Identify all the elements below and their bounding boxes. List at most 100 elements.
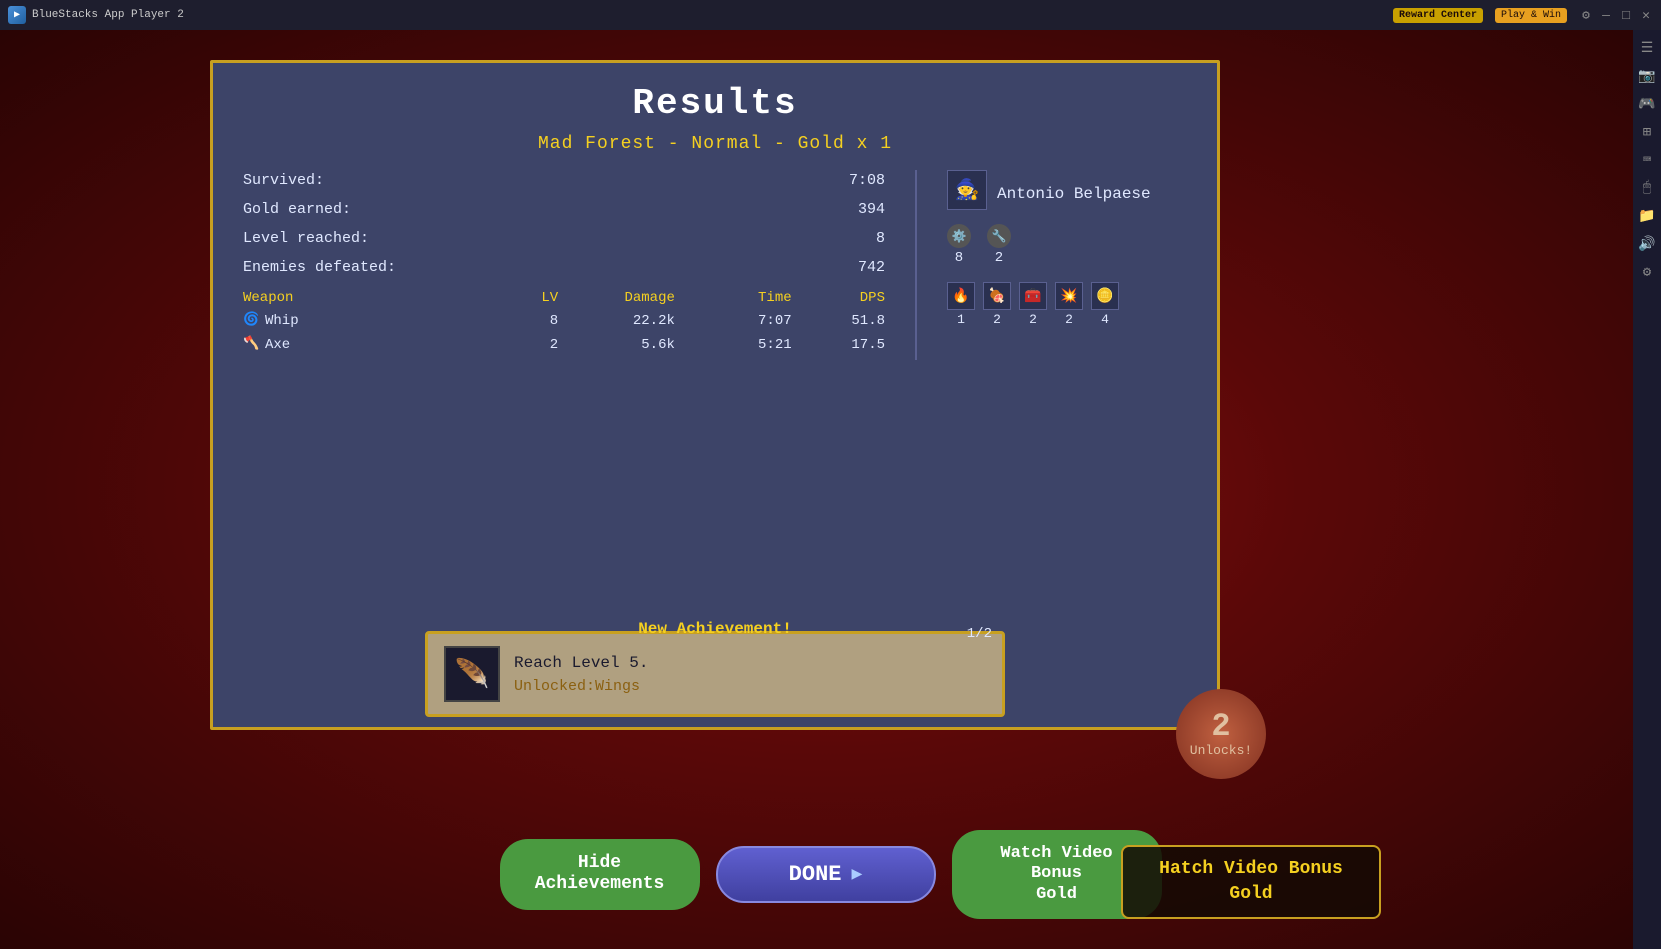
weapon-whip-name: 🌀Whip — [243, 312, 476, 330]
item-icons-row: 🔥 1 🍖 2 🧰 2 💥 2 🪙 4 — [947, 282, 1187, 327]
done-button[interactable]: DONE ▶ — [716, 846, 936, 903]
weapon-header: Weapon LV Damage Time DPS — [243, 290, 885, 306]
hatch-overlay: Hatch Video Bonus Gold — [1121, 845, 1381, 919]
divider — [915, 170, 917, 360]
sidebar-icon-9[interactable]: ⚙ — [1637, 262, 1657, 282]
sidebar-icon-2[interactable]: 📷 — [1637, 66, 1657, 86]
weapon-axe-dps: 17.5 — [792, 337, 885, 353]
sidebar-icon-5[interactable]: ⌨ — [1637, 150, 1657, 170]
sidebar-icon-4[interactable]: ⊞ — [1637, 122, 1657, 142]
weapon-whip-damage: 22.2k — [558, 313, 675, 329]
achievement-unlock: Unlocked:Wings — [514, 678, 986, 695]
stat-level: Level reached: 8 — [243, 228, 885, 249]
weapon-whip-icon: 🌀 — [243, 312, 261, 330]
char-sprite: 🧙 — [947, 170, 987, 210]
stat-icon-1: ⚙️ — [947, 224, 971, 248]
stat-survived: Survived: 7:08 — [243, 170, 885, 191]
food-val: 2 — [993, 312, 1001, 327]
weapon-axe-name: 🪓Axe — [243, 336, 476, 354]
titlebar: ▶ BlueStacks App Player 2 Reward Center … — [0, 0, 1661, 30]
weapon-axe-icon: 🪓 — [243, 336, 261, 354]
results-subtitle: Mad Forest - Normal - Gold x 1 — [213, 134, 1217, 154]
coin-icon: 🪙 — [1091, 282, 1119, 310]
stat-enemies-value: 742 — [858, 259, 885, 276]
unlocks-bubble: 2 Unlocks! — [1176, 689, 1266, 779]
item-icon-food: 🍖 2 — [983, 282, 1011, 327]
app-icon: ▶ — [8, 6, 26, 24]
char-header: 🧙 Antonio Belpaese — [947, 170, 1187, 210]
stat-level-label: Level reached: — [243, 230, 369, 247]
torch-icon: 🔥 — [947, 282, 975, 310]
unlocks-number: 2 — [1211, 711, 1230, 743]
done-arrow-icon: ▶ — [851, 863, 862, 885]
hide-achievements-button[interactable]: Hide Achievements — [500, 839, 700, 910]
stat-survived-label: Survived: — [243, 172, 324, 189]
achievement-title: New Achievement! — [638, 620, 792, 638]
minimize-icon[interactable]: — — [1599, 8, 1613, 22]
results-title: Results — [213, 83, 1217, 124]
settings-icon[interactable]: ⚙ — [1579, 8, 1593, 22]
play-win-badge[interactable]: Play & Win — [1495, 8, 1567, 23]
game-panel: Results Mad Forest - Normal - Gold x 1 S… — [210, 60, 1220, 730]
potion-icon: 💥 — [1055, 282, 1083, 310]
titlebar-right: Reward Center Play & Win ⚙ — □ ✕ — [1393, 8, 1653, 23]
weapon-axe-lv: 2 — [476, 337, 558, 353]
weapon-whip-lv: 8 — [476, 313, 558, 329]
coin-val: 4 — [1101, 312, 1109, 327]
item-icon-potion: 💥 2 — [1055, 282, 1083, 327]
hide-btn-line1: Hide — [578, 853, 621, 873]
weapon-col-header-lv: LV — [476, 290, 558, 306]
weapon-axe-damage: 5.6k — [558, 337, 675, 353]
stat-level-value: 8 — [876, 230, 885, 247]
chest-icon: 🧰 — [1019, 282, 1047, 310]
maximize-icon[interactable]: □ — [1619, 8, 1633, 22]
weapon-col-header-damage: Damage — [558, 290, 675, 306]
stats-section: Survived: 7:08 Gold earned: 394 Level re… — [243, 170, 905, 360]
stat-icon-group-1: ⚙️ 8 — [947, 224, 971, 266]
weapon-table: Weapon LV Damage Time DPS 🌀Whip 8 22.2k … — [243, 290, 885, 354]
achievement-panel: New Achievement! 1/2 🪶 Reach Level 5. Un… — [425, 631, 1005, 717]
watch-btn-line2: Gold — [1036, 885, 1077, 904]
stat-icon-2-val: 2 — [995, 250, 1003, 266]
chest-val: 2 — [1029, 312, 1037, 327]
weapon-row-axe: 🪓Axe 2 5.6k 5:21 17.5 — [243, 336, 885, 354]
stat-survived-value: 7:08 — [849, 172, 885, 189]
achievement-icon: 🪶 — [444, 646, 500, 702]
unlocks-label: Unlocks! — [1190, 743, 1252, 758]
sidebar-icon-3[interactable]: 🎮 — [1637, 94, 1657, 114]
item-icon-torch: 🔥 1 — [947, 282, 975, 327]
stat-gold: Gold earned: 394 — [243, 199, 885, 220]
weapon-axe-time: 5:21 — [675, 337, 792, 353]
close-icon[interactable]: ✕ — [1639, 8, 1653, 22]
torch-val: 1 — [957, 312, 965, 327]
stat-icon-group-2: 🔧 2 — [987, 224, 1011, 266]
weapon-whip-time: 7:07 — [675, 313, 792, 329]
achievement-counter: 1/2 — [967, 626, 992, 642]
stat-icon-2: 🔧 — [987, 224, 1011, 248]
char-name: Antonio Belpaese — [997, 185, 1151, 203]
done-label: DONE — [789, 862, 842, 887]
weapon-row-whip: 🌀Whip 8 22.2k 7:07 51.8 — [243, 312, 885, 330]
hide-btn-line2: Achievements — [535, 874, 665, 894]
stat-gold-value: 394 — [858, 201, 885, 218]
window-controls: ⚙ — □ ✕ — [1579, 8, 1653, 22]
weapon-col-header-time: Time — [675, 290, 792, 306]
stat-gold-label: Gold earned: — [243, 201, 351, 218]
sidebar-icon-8[interactable]: 🔊 — [1637, 234, 1657, 254]
achievement-text: Reach Level 5. Unlocked:Wings — [514, 654, 986, 695]
bottom-buttons: Hide Achievements DONE ▶ Watch Video Bon… — [500, 830, 1162, 919]
sidebar-icon-7[interactable]: 📁 — [1637, 206, 1657, 226]
content-row: Survived: 7:08 Gold earned: 394 Level re… — [213, 170, 1217, 360]
achievement-description: Reach Level 5. — [514, 654, 986, 672]
stat-icons-row: ⚙️ 8 🔧 2 — [947, 224, 1187, 266]
item-icon-chest: 🧰 2 — [1019, 282, 1047, 327]
stat-enemies: Enemies defeated: 742 — [243, 257, 885, 278]
sidebar-icon-6[interactable]: 🖱 — [1637, 178, 1657, 198]
weapon-col-header-dps: DPS — [792, 290, 885, 306]
hatch-title: Hatch Video Bonus Gold — [1139, 857, 1363, 907]
sidebar-icon-1[interactable]: ☰ — [1637, 38, 1657, 58]
weapon-col-header-name: Weapon — [243, 290, 476, 306]
reward-center-badge[interactable]: Reward Center — [1393, 8, 1483, 23]
stat-enemies-label: Enemies defeated: — [243, 259, 396, 276]
potion-val: 2 — [1065, 312, 1073, 327]
